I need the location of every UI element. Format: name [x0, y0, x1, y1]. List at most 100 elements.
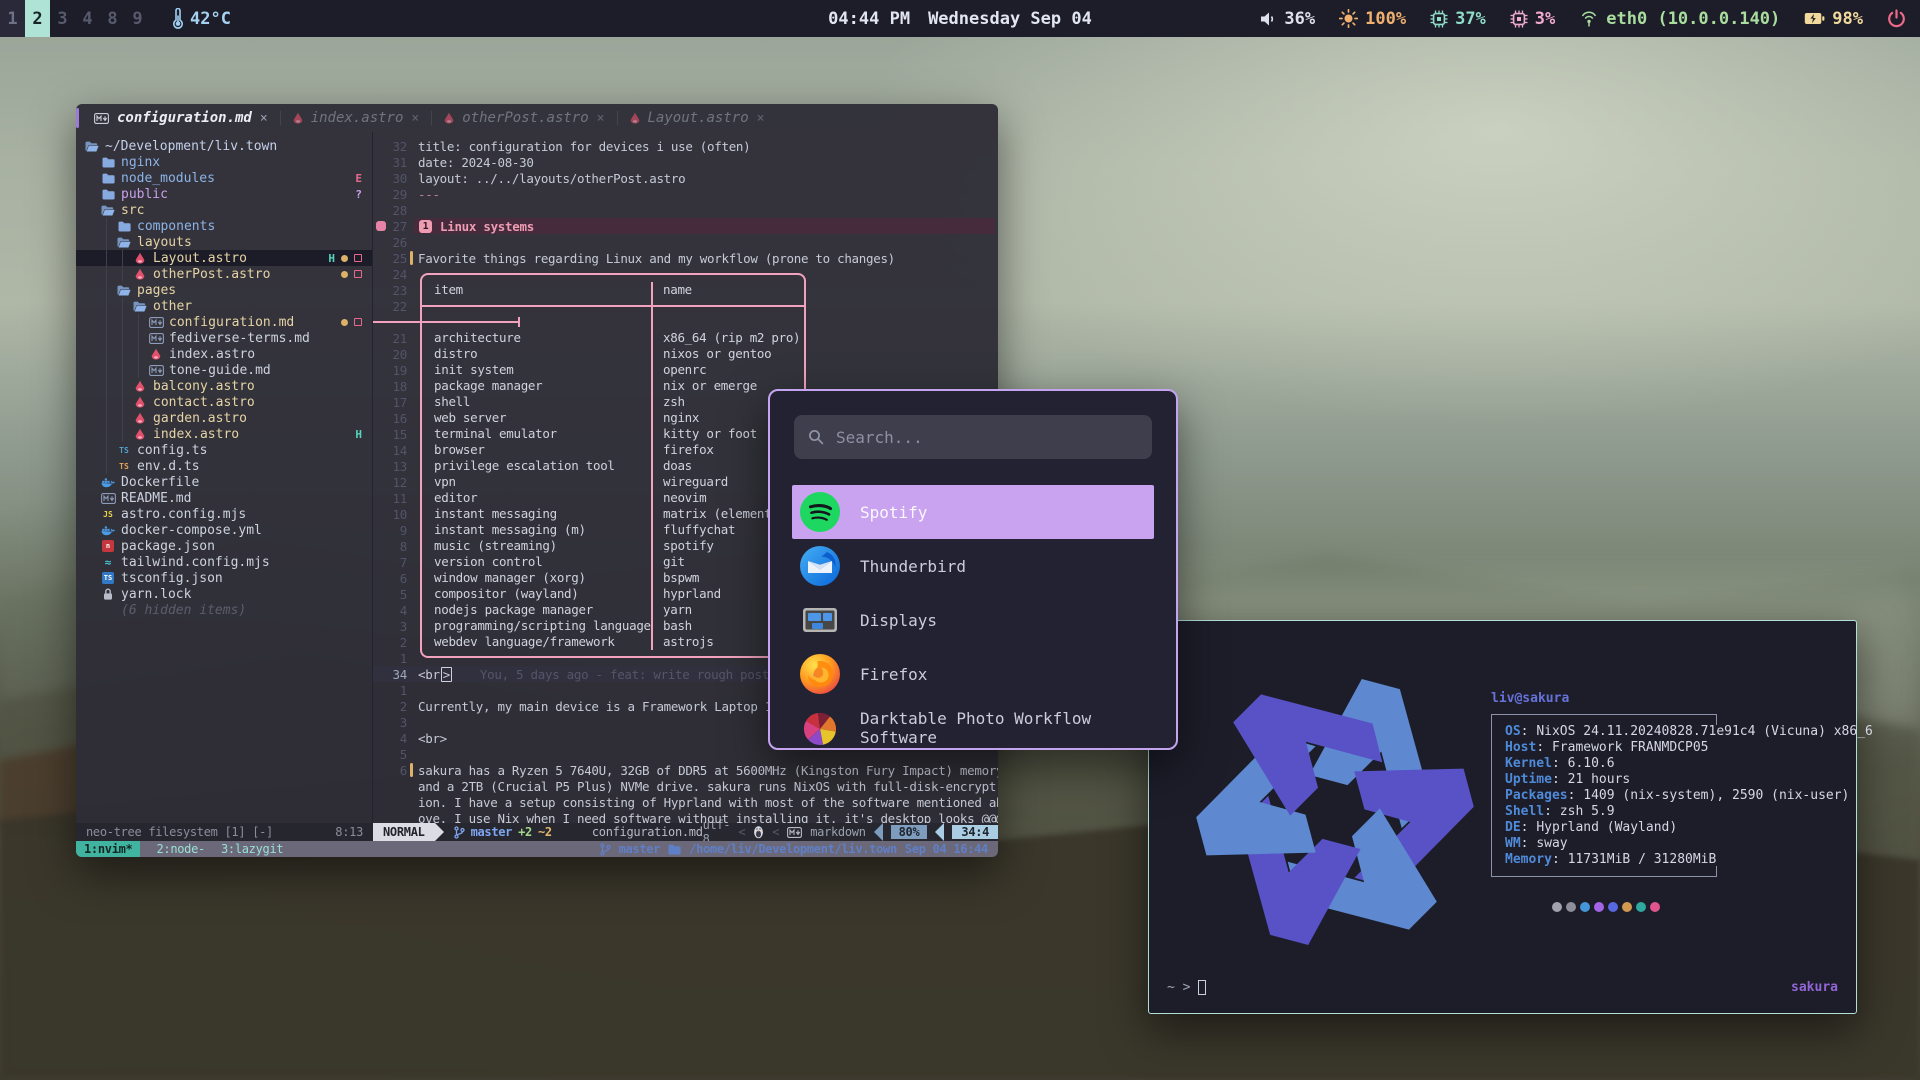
brightness-module[interactable]: 100%: [1339, 9, 1406, 29]
line-number: 22: [373, 299, 413, 314]
tree-item-nodemodules[interactable]: node_modulesE: [76, 170, 372, 186]
shell-prompt[interactable]: ~ >: [1167, 980, 1206, 995]
tree-item-index.astro[interactable]: index.astro: [76, 346, 372, 362]
close-icon[interactable]: ×: [597, 111, 605, 126]
launcher-item-firefox[interactable]: Firefox: [792, 647, 1154, 701]
tree-item-src[interactable]: src: [76, 202, 372, 218]
tab-Layout.astro[interactable]: Layout.astro×: [618, 104, 777, 132]
tsconfig-icon: TS: [102, 572, 114, 584]
terminal-window-fastfetch[interactable]: liv@sakura OS: NixOS 24.11.20240828.71e9…: [1148, 620, 1857, 1014]
tree-item-balcony.astro[interactable]: balcony.astro: [76, 378, 372, 394]
fetch-info-label: Packages: [1505, 788, 1568, 803]
tree-item-garden.astro[interactable]: garden.astro: [76, 410, 372, 426]
network-module[interactable]: eth0 (10.0.0.140): [1579, 9, 1780, 29]
tab-otherPost.astro[interactable]: otherPost.astro×: [432, 104, 616, 132]
tree-item-README.md[interactable]: README.md: [76, 490, 372, 506]
buffer-line: 271Linux systems: [373, 218, 998, 234]
astro-icon: [132, 268, 148, 281]
git-staged-square-icon: [354, 270, 362, 278]
tree-item-6hiddenitems[interactable]: (6 hidden items): [76, 602, 372, 618]
darktable-icon: [800, 708, 840, 748]
tree-indent-guide: [122, 298, 123, 442]
statusline-modified: ~2: [538, 825, 552, 839]
close-icon[interactable]: ×: [757, 111, 765, 126]
tree-item-Developmentliv.town[interactable]: ~/Development/liv.town: [76, 138, 372, 154]
tree-item-public[interactable]: public?: [76, 186, 372, 202]
tree-item-label: contact.astro: [153, 395, 255, 410]
tree-item-pages[interactable]: pages: [76, 282, 372, 298]
table-row: terminal emulatorkitty or foot: [420, 426, 806, 442]
workspace-button-4[interactable]: 4: [75, 0, 100, 37]
workspace-button-2[interactable]: 2: [25, 0, 50, 37]
desktop: 123489 42°C 04:44 PM Wednesday Sep 04 36…: [0, 0, 1920, 1080]
table-cell-name: git: [663, 554, 685, 570]
workspace-button-9[interactable]: 9: [125, 0, 150, 37]
git-status-badges: H: [328, 250, 362, 266]
launcher-search-box[interactable]: [794, 415, 1152, 459]
tree-item-tsconfig.json[interactable]: TStsconfig.json: [76, 570, 372, 586]
tree-item-nginx[interactable]: nginx: [76, 154, 372, 170]
tree-item-components[interactable]: components: [76, 218, 372, 234]
tree-item-index.astro[interactable]: index.astroH: [76, 426, 372, 442]
volume-value: 36%: [1284, 9, 1315, 29]
table-cell-item: privilege escalation tool: [434, 458, 615, 474]
temperature-module[interactable]: 42°C: [172, 8, 231, 29]
git-modified-dot-icon: [341, 271, 348, 278]
search-input[interactable]: [834, 427, 1138, 448]
battery-module[interactable]: 98%: [1804, 9, 1863, 29]
tree-item-yarn.lock[interactable]: yarn.lock: [76, 586, 372, 602]
tree-item-layouts[interactable]: layouts: [76, 234, 372, 250]
cpu-module[interactable]: 37%: [1430, 9, 1486, 29]
tree-item-tone-guide.md[interactable]: tone-guide.md: [76, 362, 372, 378]
tree-item-Dockerfile[interactable]: Dockerfile: [76, 474, 372, 490]
tree-item-env.d.ts[interactable]: TSenv.d.ts: [76, 458, 372, 474]
table-row: privilege escalation tooldoas: [420, 458, 806, 474]
docker-icon: [100, 477, 116, 488]
close-icon[interactable]: ×: [260, 111, 268, 126]
clock[interactable]: 04:44 PM Wednesday Sep 04: [828, 9, 1092, 29]
terminal-color-dot: [1608, 902, 1618, 912]
volume-module[interactable]: 36%: [1259, 9, 1315, 29]
tree-item-astro.config.mjs[interactable]: JSastro.config.mjs: [76, 506, 372, 522]
line-number: 2: [373, 699, 413, 714]
workspace-button-1[interactable]: 1: [0, 0, 25, 37]
tree-item-Layout.astro[interactable]: Layout.astroH: [76, 250, 372, 266]
power-button[interactable]: [1887, 9, 1906, 28]
line-number: 30: [373, 171, 413, 186]
tree-item-package.json[interactable]: npackage.json: [76, 538, 372, 554]
table-cell-item: architecture: [434, 330, 521, 346]
tmux-window-1[interactable]: 1:nvim*: [76, 841, 140, 857]
launcher-item-darktable-photo-workflow-software[interactable]: Darktable Photo Workflow Software: [792, 701, 1154, 750]
tree-item-docker-compose.yml[interactable]: docker-compose.yml: [76, 522, 372, 538]
tmux-window-2[interactable]: 2:node-: [156, 842, 204, 856]
tmux-window-3[interactable]: 3:lazygit: [221, 842, 283, 856]
launcher-item-displays[interactable]: Displays: [792, 593, 1154, 647]
tree-item-label: otherPost.astro: [153, 267, 270, 282]
table-border: [420, 649, 806, 658]
tmux-branch: master: [619, 842, 661, 856]
launcher-item-spotify[interactable]: Spotify: [792, 485, 1154, 539]
tree-item-otherPost.astro[interactable]: otherPost.astro: [76, 266, 372, 282]
tree-item-config.ts[interactable]: TSconfig.ts: [76, 442, 372, 458]
table-cell-name: kitty or foot: [663, 426, 757, 442]
brightness-value: 100%: [1365, 9, 1406, 29]
neotree-file-explorer[interactable]: ~/Development/liv.townnginxnode_modulesE…: [76, 132, 373, 823]
tree-item-fediverse-terms.md[interactable]: fediverse-terms.md: [76, 330, 372, 346]
close-icon[interactable]: ×: [411, 111, 419, 126]
tree-item-other[interactable]: other: [76, 298, 372, 314]
tab-index.astro[interactable]: index.astro×: [281, 104, 432, 132]
line-number: 24: [373, 267, 413, 282]
launcher-item-thunderbird[interactable]: Thunderbird: [792, 539, 1154, 593]
table-cell-name: wireguard: [663, 474, 728, 490]
tree-item-contact.astro[interactable]: contact.astro: [76, 394, 372, 410]
table-cell-name: hyprland: [663, 586, 721, 602]
tree-item-configuration.md[interactable]: configuration.md: [76, 314, 372, 330]
tab-configuration.md[interactable]: configuration.md×: [82, 104, 280, 132]
fetch-info-separator: :: [1544, 804, 1560, 819]
workspace-button-8[interactable]: 8: [100, 0, 125, 37]
gpu-module[interactable]: 3%: [1510, 9, 1555, 29]
line-number: 29: [373, 187, 413, 202]
fetch-info-label: WM: [1505, 836, 1521, 851]
workspace-button-3[interactable]: 3: [50, 0, 75, 37]
tree-item-tailwind.config.mjs[interactable]: ≈tailwind.config.mjs: [76, 554, 372, 570]
